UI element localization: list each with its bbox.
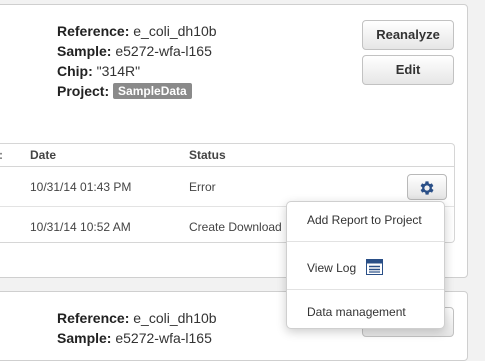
row-status: Error: [189, 180, 216, 194]
chip-label: Chip:: [57, 63, 93, 79]
gear-icon: [420, 181, 434, 195]
reference-value: e_coli_dh10b: [133, 23, 217, 39]
sample-value: e5272-wfa-l165: [115, 43, 212, 59]
sample-label: Sample:: [57, 330, 112, 346]
sample-label: Sample:: [57, 43, 112, 59]
calendar-icon: [365, 259, 383, 275]
menu-divider: [287, 289, 444, 290]
row-date: 10/31/14 01:43 PM: [30, 180, 132, 194]
column-header-status: Status: [189, 148, 226, 162]
truncated-column-header: :: [0, 148, 3, 162]
sample-value: e5272-wfa-l165: [115, 330, 212, 346]
reference-label: Reference:: [57, 310, 130, 326]
menu-item-view-log[interactable]: View Log: [287, 259, 444, 275]
reference-row: Reference: e_coli_dh10b: [57, 21, 217, 41]
result-metadata: Reference: e_coli_dh10b Sample: e5272-wf…: [57, 21, 217, 101]
actions-dropdown-menu: Add Report to Project View Log Data mana…: [286, 201, 445, 329]
project-row: Project: SampleData: [57, 81, 217, 101]
row-date: 10/31/14 10:52 AM: [30, 220, 131, 234]
reanalyze-button[interactable]: Reanalyze: [362, 20, 454, 50]
row-status: Create Download: [189, 220, 282, 234]
project-tag[interactable]: SampleData: [113, 83, 192, 99]
sample-row: Sample: e5272-wfa-l165: [57, 41, 217, 61]
chip-value: "314R": [96, 63, 141, 79]
table-header: : Date Status: [0, 144, 454, 167]
menu-item-data-management[interactable]: Data management: [287, 305, 444, 319]
view-log-label: View Log: [307, 261, 357, 275]
menu-item-add-report-to-project[interactable]: Add Report to Project: [287, 213, 444, 227]
result-metadata: Reference: e_coli_dh10b Sample: e5272-wf…: [57, 308, 217, 348]
chip-row: Chip: "314R": [57, 61, 217, 81]
sample-row: Sample: e5272-wfa-l165: [57, 328, 217, 348]
column-header-date: Date: [30, 148, 57, 162]
menu-divider: [287, 241, 444, 242]
reference-label: Reference:: [57, 23, 130, 39]
reference-row: Reference: e_coli_dh10b: [57, 308, 217, 328]
row-actions-button[interactable]: [407, 174, 447, 200]
edit-button[interactable]: Edit: [362, 55, 454, 85]
project-label: Project:: [57, 83, 110, 99]
reference-value: e_coli_dh10b: [133, 310, 217, 326]
